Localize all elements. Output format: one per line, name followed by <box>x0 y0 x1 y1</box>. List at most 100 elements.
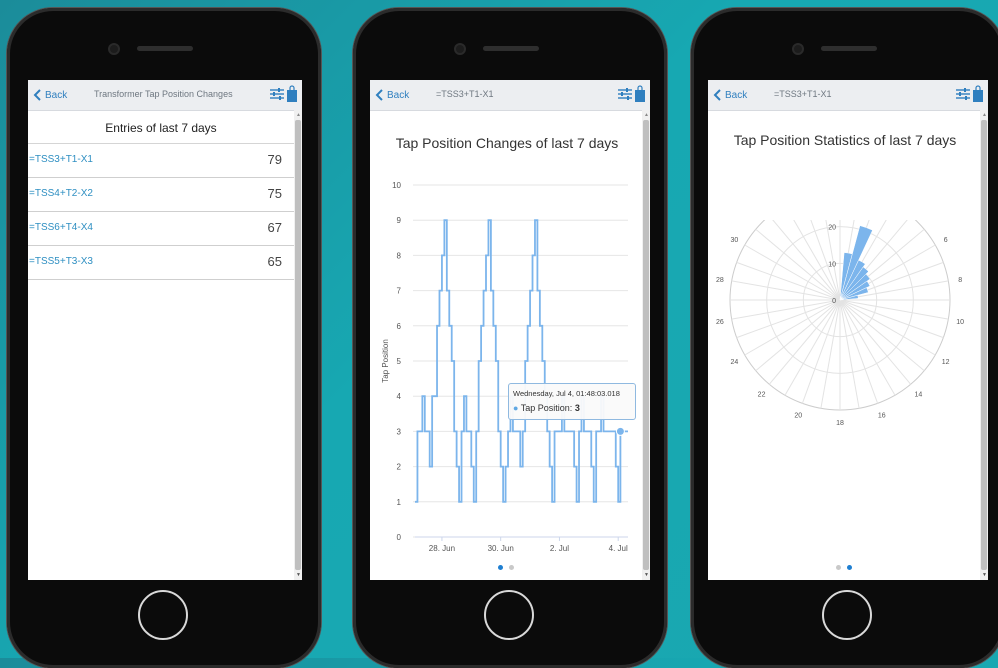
y-tick-label: 3 <box>397 427 402 436</box>
page-dot[interactable] <box>847 565 852 570</box>
entry-name[interactable]: =TSS6+T4-X4 <box>29 222 93 233</box>
page-dot[interactable] <box>498 565 503 570</box>
scroll-up-arrow-icon[interactable]: ▲ <box>296 112 301 118</box>
list-header: Entries of last 7 days <box>28 110 294 144</box>
entry-name[interactable]: =TSS5+T3-X3 <box>29 256 93 267</box>
home-button[interactable] <box>484 590 534 640</box>
spoke <box>772 220 841 301</box>
page-dot[interactable] <box>509 565 514 570</box>
phone-2: Back =TSS3+T1-X1 Tap Position Changes of… <box>353 8 667 668</box>
angular-tick-label: 6 <box>944 237 948 244</box>
x-tick-label: 28. Jun <box>429 544 455 553</box>
chart-title: Tap Position Changes of last 7 days <box>395 135 619 151</box>
angular-tick-label: 10 <box>956 319 964 326</box>
nav-title: =TSS3+T1-X1 <box>774 89 832 99</box>
angular-tick-label: 20 <box>794 413 802 420</box>
page-indicator <box>370 565 642 570</box>
nav-bar: Back =TSS3+T1-X1 <box>370 80 650 111</box>
home-button[interactable] <box>822 590 872 640</box>
angular-tick-label: 30 <box>730 237 738 244</box>
back-label: Back <box>725 89 748 101</box>
chart-title: Tap Position Statistics of last 7 days <box>733 132 957 148</box>
scroll-down-arrow-icon[interactable]: ▼ <box>644 572 649 578</box>
speaker <box>137 46 193 51</box>
radial-tick-label: 10 <box>828 261 836 268</box>
home-button[interactable] <box>138 590 188 640</box>
entry-count: 75 <box>267 186 282 201</box>
entry-count: 67 <box>267 220 282 235</box>
angular-tick-label: 16 <box>878 413 886 420</box>
back-button[interactable]: Back <box>375 86 409 104</box>
polar-chart: 010200246810121416182022242628303234 <box>716 220 964 427</box>
chevron-left-icon <box>375 89 383 101</box>
scroll-down-arrow-icon[interactable]: ▼ <box>982 572 987 578</box>
camera <box>110 45 118 53</box>
scroll-up-arrow-icon[interactable]: ▲ <box>982 112 987 118</box>
angular-tick-label: 26 <box>716 319 724 326</box>
nav-bar: Back =TSS3+T1-X1 <box>708 80 988 111</box>
phone-1: Back Transformer Tap Position Changes En… <box>7 8 321 668</box>
shopping-bag-icon[interactable] <box>286 85 298 103</box>
angular-tick-label: 28 <box>716 277 724 284</box>
angular-tick-label: 22 <box>758 391 766 398</box>
scrollbar[interactable]: ▲ ▼ <box>980 110 988 580</box>
list-item[interactable]: =TSS4+T2-X2 75 <box>28 178 294 212</box>
nav-bar: Back Transformer Tap Position Changes <box>28 80 302 111</box>
entry-name[interactable]: =TSS3+T1-X1 <box>29 154 93 165</box>
list-item[interactable]: =TSS6+T4-X4 67 <box>28 212 294 246</box>
list-item[interactable]: =TSS5+T3-X3 65 <box>28 246 294 280</box>
y-tick-label: 8 <box>397 251 402 260</box>
scroll-up-arrow-icon[interactable]: ▲ <box>644 112 649 118</box>
phone-3: Back =TSS3+T1-X1 Tap Position Statistics… <box>691 8 998 668</box>
shopping-bag-icon[interactable] <box>634 85 646 103</box>
back-button[interactable]: Back <box>713 86 747 104</box>
page-indicator <box>708 565 980 570</box>
back-button[interactable]: Back <box>33 86 67 104</box>
tooltip-label: Tap Position: <box>520 403 573 413</box>
line-chart: 0 1 2 3 4 5 6 7 8 9 10 28. Jun 30. Jun 2. Jul 4. Jul Ta… <box>381 181 628 553</box>
filter-sliders-icon[interactable] <box>955 87 971 101</box>
angular-tick-label: 18 <box>836 420 844 427</box>
radial-tick-label: 20 <box>828 225 836 232</box>
page-dot[interactable] <box>836 565 841 570</box>
angular-tick-label: 12 <box>942 359 950 366</box>
y-axis-label: Tap Position <box>381 339 390 383</box>
x-tick-label: 4. Jul <box>609 544 628 553</box>
scroll-down-arrow-icon[interactable]: ▼ <box>296 572 301 578</box>
list-item[interactable]: =TSS3+T1-X1 79 <box>28 144 294 178</box>
shopping-bag-icon[interactable] <box>972 85 984 103</box>
camera <box>794 45 802 53</box>
back-label: Back <box>45 89 68 101</box>
y-tick-label: 0 <box>397 533 402 542</box>
scroll-thumb[interactable] <box>643 120 649 570</box>
entry-name[interactable]: =TSS4+T2-X2 <box>29 188 93 199</box>
scrollbar[interactable]: ▲ ▼ <box>294 110 302 580</box>
filter-sliders-icon[interactable] <box>269 87 285 101</box>
scrollbar[interactable]: ▲ ▼ <box>642 110 650 580</box>
entry-count: 79 <box>267 152 282 167</box>
x-tick-label: 30. Jun <box>488 544 514 553</box>
y-tick-label: 2 <box>397 463 402 472</box>
scroll-thumb[interactable] <box>981 120 987 570</box>
chevron-left-icon <box>713 89 721 101</box>
y-tick-label: 6 <box>397 322 402 331</box>
chevron-left-icon <box>33 89 41 101</box>
y-tick-label: 4 <box>397 392 402 401</box>
scroll-thumb[interactable] <box>295 120 301 570</box>
y-tick-label: 9 <box>397 216 402 225</box>
chart-tooltip: Wednesday, Jul 4, 01:48:03.018 ● Tap Pos… <box>508 383 636 420</box>
speaker <box>821 46 877 51</box>
y-tick-label: 10 <box>392 181 401 190</box>
screen-line-chart: Back =TSS3+T1-X1 Tap Position Changes of… <box>370 80 650 580</box>
x-tick-label: 2. Jul <box>550 544 569 553</box>
entries-list: =TSS3+T1-X1 79 =TSS4+T2-X2 75 =TSS6+T4-X… <box>28 144 294 280</box>
filter-sliders-icon[interactable] <box>617 87 633 101</box>
hovered-point <box>615 426 625 436</box>
angular-tick-label: 14 <box>915 391 923 398</box>
tooltip-value-row: ● Tap Position: 3 <box>513 403 580 413</box>
tooltip-value: 3 <box>574 403 580 413</box>
y-tick-label: 1 <box>397 498 402 507</box>
nav-title: Transformer Tap Position Changes <box>94 89 233 99</box>
speaker <box>483 46 539 51</box>
screen-polar-chart: Back =TSS3+T1-X1 Tap Position Statistics… <box>708 80 988 580</box>
